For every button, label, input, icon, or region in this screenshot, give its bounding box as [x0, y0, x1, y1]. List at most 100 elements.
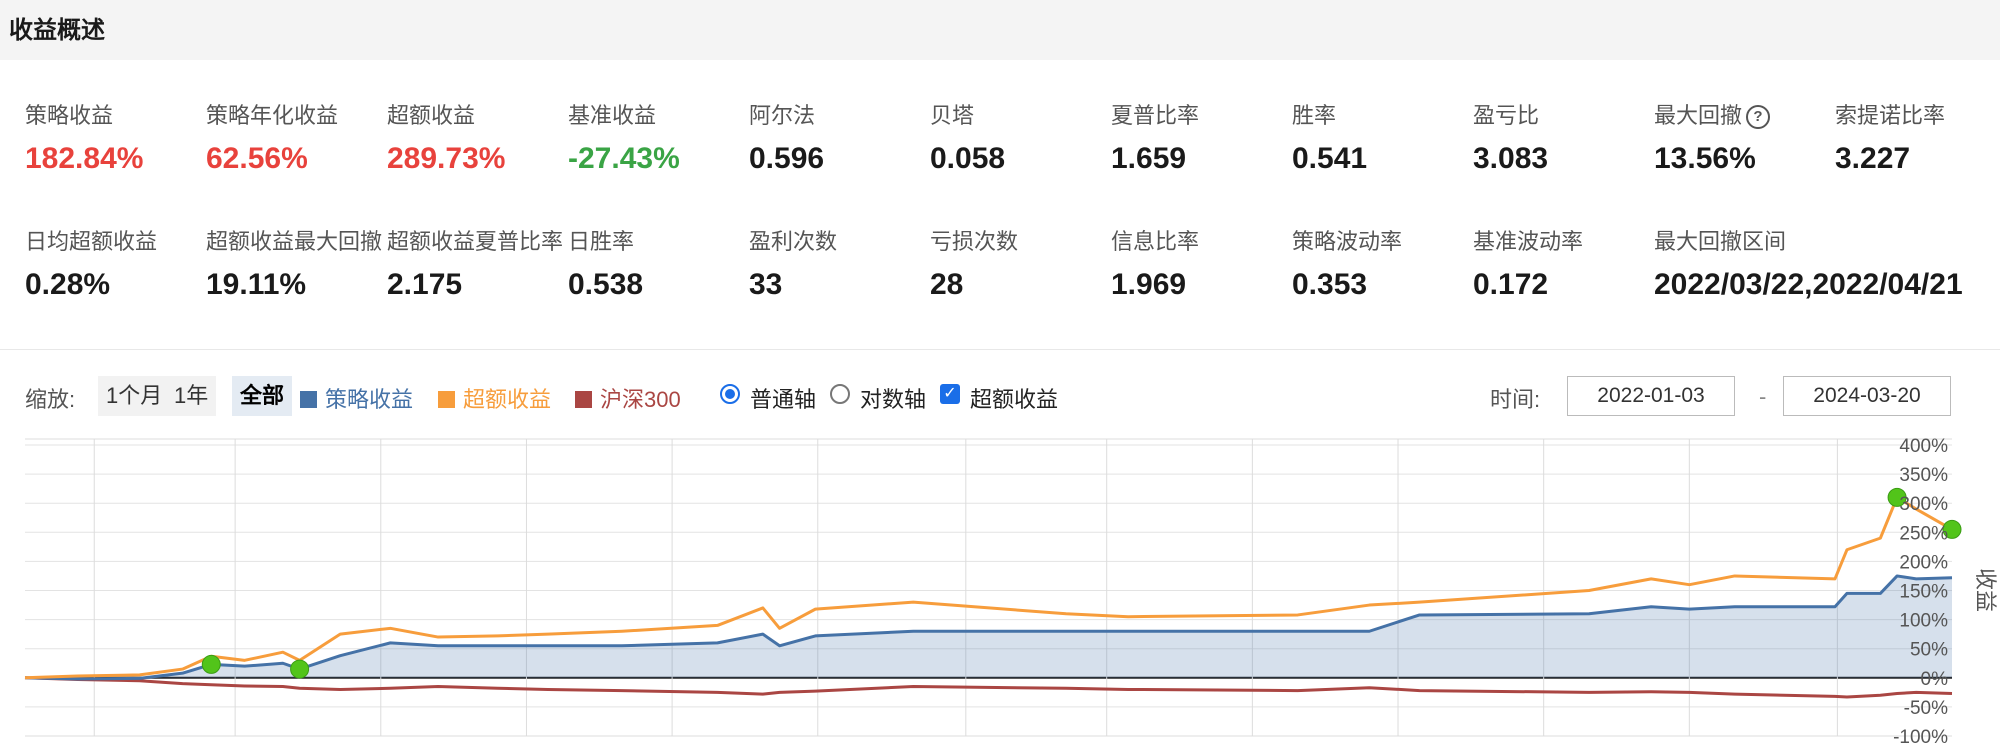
metric-value: 1.969	[1111, 268, 1187, 301]
metric-value: 0.172	[1473, 268, 1549, 301]
y-tick-label: -50%	[1904, 698, 1948, 719]
metric-value: 0.596	[749, 142, 825, 175]
metric-label: 夏普比率	[1111, 103, 1200, 128]
start-date-input[interactable]	[1567, 376, 1735, 416]
excess-return-checkbox[interactable]: ✓	[940, 384, 960, 404]
time-label: 时间:	[1490, 387, 1541, 412]
metric-value: 182.84%	[25, 142, 144, 175]
metric-value: 3.083	[1473, 142, 1549, 175]
plot-background	[25, 439, 1952, 739]
metric-label: 策略波动率	[1292, 229, 1403, 254]
row1-metric-4: 阿尔法 0.596	[749, 98, 824, 176]
row1-metric-2: 超额收益 289.73%	[387, 98, 505, 176]
metric-value: 0.353	[1292, 268, 1368, 301]
log-axis-radio[interactable]	[830, 384, 850, 404]
returns-chart: 400% 350% 300% 250% 200% 150% 100% 50% 0% -50% -10…	[24, 436, 1998, 748]
page-title: 收益概述	[9, 17, 105, 44]
end-date-input[interactable]	[1783, 376, 1951, 416]
row2-metric-8: 基准波动率 0.172	[1473, 224, 1583, 302]
log-axis-label: 对数轴	[860, 387, 927, 412]
metric-value: 2022/03/22,2022/04/21	[1654, 268, 1963, 301]
row2-metric-7: 策略波动率 0.353	[1292, 224, 1402, 302]
row2-metric-2: 超额收益夏普比率 2.175	[387, 224, 563, 302]
y-tick-label: 0%	[1921, 669, 1949, 690]
metric-value: 2.175	[387, 268, 463, 301]
metric-value: 0.28%	[25, 268, 111, 301]
date-separator: -	[1759, 384, 1767, 409]
legend-benchmark-swatch	[575, 391, 592, 408]
zoom-1-month-button[interactable]: 1个月	[98, 376, 171, 416]
row2-metric-5: 亏损次数 28	[930, 224, 1018, 302]
chart-toolbar: 缩放: 1个月 1年 全部 策略收益 超额收益 沪深300 普通轴 对数轴 ✓ …	[0, 376, 2000, 418]
metric-value: 3.227	[1835, 142, 1911, 175]
metric-label: 策略年化收益	[206, 103, 339, 128]
zoom-1-year-button[interactable]: 1年	[166, 376, 217, 416]
help-icon[interactable]: ?	[1746, 105, 1771, 129]
row1-metric-1: 策略年化收益 62.56%	[206, 98, 338, 176]
legend-strategy-label: 策略收益	[325, 387, 414, 412]
metric-value: 289.73%	[387, 142, 506, 175]
legend-benchmark[interactable]: 沪深300	[575, 382, 681, 414]
y-tick-label: 250%	[1899, 523, 1948, 544]
zoom-all-button[interactable]: 全部	[232, 376, 293, 416]
metric-value: 19.11%	[206, 268, 307, 301]
legend-excess-swatch	[438, 391, 455, 408]
metric-label: 亏损次数	[930, 229, 1019, 254]
metric-label: 超额收益最大回撤	[206, 229, 383, 254]
title-bar: 收益概述	[0, 0, 2000, 60]
metric-label: 策略收益	[25, 103, 114, 128]
y-tick-label: -100%	[1893, 727, 1948, 748]
trade-marker[interactable]	[201, 654, 221, 674]
metric-label: 盈亏比	[1473, 103, 1540, 128]
metric-label: 贝塔	[930, 103, 975, 128]
zoom-label: 缩放:	[25, 387, 76, 412]
metric-value: 0.541	[1292, 142, 1368, 175]
legend-excess[interactable]: 超额收益	[438, 382, 551, 414]
row2-metric-9: 最大回撤区间 2022/03/22,2022/04/21	[1654, 224, 1963, 302]
metric-label: 最大回撤区间	[1654, 229, 1787, 254]
excess-return-checkbox-label: 超额收益	[970, 387, 1059, 412]
metric-label: 最大回撤?	[1654, 98, 1771, 130]
metric-value: -27.43%	[568, 142, 680, 175]
metric-label: 索提诺比率	[1835, 103, 1946, 128]
legend-benchmark-label: 沪深300	[600, 387, 681, 412]
row1-metric-5: 贝塔 0.058	[930, 98, 1005, 176]
metric-value: 13.56%	[1654, 142, 1756, 175]
trade-marker[interactable]	[290, 659, 310, 679]
metric-value: 0.058	[930, 142, 1006, 175]
metric-label: 基准收益	[568, 103, 657, 128]
metric-value: 62.56%	[206, 142, 308, 175]
normal-axis-radio[interactable]	[720, 384, 740, 404]
legend-strategy[interactable]: 策略收益	[300, 382, 413, 414]
metric-label: 日胜率	[568, 229, 635, 254]
metric-label: 日均超额收益	[25, 229, 158, 254]
y-tick-label: 350%	[1899, 465, 1948, 486]
normal-axis-label: 普通轴	[750, 387, 817, 412]
row2-metric-3: 日胜率 0.538	[568, 224, 643, 302]
row1-metric-10: 索提诺比率 3.227	[1835, 98, 1945, 176]
y-tick-label: 200%	[1899, 552, 1948, 573]
metric-label: 信息比率	[1111, 229, 1200, 254]
metric-value: 28	[930, 268, 964, 301]
row2-metric-0: 日均超额收益 0.28%	[25, 224, 157, 302]
metric-value: 0.538	[568, 268, 644, 301]
metric-label: 胜率	[1292, 103, 1337, 128]
metric-value: 33	[749, 268, 783, 301]
metric-label: 超额收益	[387, 103, 476, 128]
legend-strategy-swatch	[300, 391, 317, 408]
row2-metric-4: 盈利次数 33	[749, 224, 837, 302]
y-tick-label: 150%	[1899, 582, 1948, 603]
metric-value: 1.659	[1111, 142, 1187, 175]
row1-metric-0: 策略收益 182.84%	[25, 98, 143, 176]
row2-metric-6: 信息比率 1.969	[1111, 224, 1199, 302]
row1-metric-9: 最大回撤? 13.56%	[1654, 98, 1771, 176]
metric-label: 盈利次数	[749, 229, 838, 254]
row1-metric-7: 胜率 0.541	[1292, 98, 1367, 176]
divider	[0, 349, 2000, 350]
row1-metric-3: 基准收益 -27.43%	[568, 98, 680, 176]
metric-label: 阿尔法	[749, 103, 816, 128]
row1-metric-6: 夏普比率 1.659	[1111, 98, 1199, 176]
y-tick-label: 400%	[1899, 436, 1948, 457]
y-tick-label: 50%	[1910, 640, 1948, 661]
y-tick-label: 100%	[1899, 611, 1948, 632]
